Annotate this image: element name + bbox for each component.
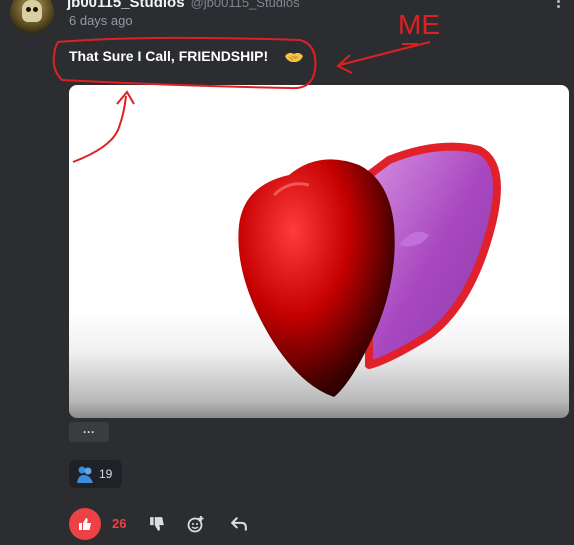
- user-handle: @jb00115_Studios: [190, 0, 300, 10]
- username[interactable]: jb00115_Studios: [67, 0, 185, 11]
- add-reaction-icon[interactable]: [187, 515, 205, 533]
- heart-locket-image: [238, 142, 501, 397]
- media-more-button[interactable]: ···: [69, 422, 109, 442]
- hug-icon: [77, 466, 93, 483]
- timestamp[interactable]: 6 days ago: [69, 13, 133, 28]
- like-count: 26: [112, 516, 127, 531]
- reaction-chip[interactable]: 19: [69, 460, 122, 488]
- reaction-count: 19: [99, 467, 113, 481]
- thumbs-down-icon[interactable]: [149, 516, 165, 532]
- handshake-icon: [285, 52, 303, 62]
- action-bar: 26: [69, 508, 269, 540]
- annotation-text: ME: [398, 9, 440, 40]
- skull-icon: [22, 0, 42, 22]
- post-header: jb00115_Studios @jb00115_Studios: [67, 0, 300, 11]
- media-image[interactable]: [69, 85, 569, 418]
- like-button[interactable]: [69, 508, 101, 540]
- thumbs-up-icon: [79, 518, 91, 530]
- message-text: That Sure I Call, FRIENDSHIP!: [69, 48, 269, 64]
- avatar[interactable]: [10, 0, 54, 34]
- reply-icon[interactable]: [231, 516, 247, 532]
- more-options-button[interactable]: [554, 0, 562, 8]
